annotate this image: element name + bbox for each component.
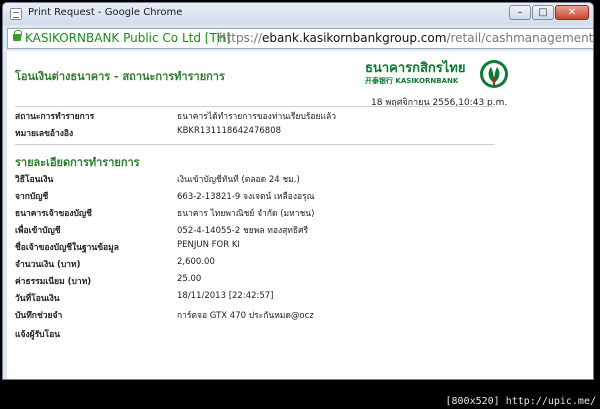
row-label: สถานะการทำรายการ — [15, 112, 95, 122]
page-content: โอนเงินต่างธนาคาร - สถานะการทำรายการ ธนา… — [7, 51, 593, 379]
window-title: Print Request - Google Chrome — [28, 7, 183, 18]
row-label: วันที่โอนเงิน — [15, 294, 60, 304]
row-label: แจ้งผู้รับโอน — [15, 330, 61, 340]
logo-english-text: 开泰银行 KASIKORNBANK — [365, 77, 459, 85]
detail-row: แจ้งผู้รับโอน — [15, 327, 515, 341]
page-title: โอนเงินต่างธนาคาร - สถานะการทำรายการ — [15, 70, 225, 83]
reference-row: หมายเลขอ้างอิง KBKR131118642476808 — [15, 126, 515, 140]
row-value: ธนาคาร ไทยพาณิชย์ จำกัด (มหาชน) — [177, 209, 315, 219]
row-value: KBKR131118642476808 — [177, 126, 282, 136]
detail-row: ชื่อเจ้าของบัญชีในฐานข้อมูล PENJUN FOR K… — [15, 240, 515, 254]
url-host: ebank.kasikornbankgroup.com — [262, 31, 447, 45]
window-controls: – □ ✕ — [509, 5, 589, 20]
row-value: 18/11/2013 [22:42:57] — [177, 291, 274, 301]
browser-window: Print Request - Google Chrome – □ ✕ KASI… — [2, 2, 594, 380]
detail-row: จำนวนเงิน (บาท) 2,600.00 — [15, 257, 515, 271]
title-bar[interactable]: Print Request - Google Chrome – □ ✕ — [3, 3, 593, 25]
kasikorn-leaf-icon — [480, 60, 508, 88]
row-value: 663-2-13821-9 จงเจตน์ เหลืองอรุณ — [177, 192, 315, 202]
ssl-identity[interactable]: KASIKORNBANK Public Co Ltd [TH] — [25, 31, 231, 45]
detail-row: ธนาคารเจ้าของบัญชี ธนาคาร ไทยพาณิชย์ จำก… — [15, 206, 515, 220]
row-value: 25.00 — [177, 274, 202, 284]
row-value: 052-4-14055-2 ชยพล ทองสุทธิศรี — [177, 226, 309, 236]
url-scheme: https:// — [219, 31, 263, 45]
logo-thai-text: ธนาคารกสิกรไทย — [365, 61, 466, 76]
section-title: รายละเอียดการทำรายการ — [15, 156, 140, 169]
row-label: ธนาคารเจ้าของบัญชี — [15, 209, 92, 219]
divider — [15, 106, 495, 107]
row-value: การ์ดจอ GTX 470 ประกันหมด@ocz — [177, 311, 314, 321]
address-bar[interactable]: KASIKORNBANK Public Co Ltd [TH] https://… — [7, 28, 594, 49]
detail-row: เพื่อเข้าบัญชี 052-4-14055-2 ชยพล ทองสุท… — [15, 223, 515, 237]
row-label: จากบัญชี — [15, 192, 49, 202]
url-text[interactable]: https://ebank.kasikornbankgroup.com/reta… — [219, 31, 594, 45]
row-label: ชื่อเจ้าของบัญชีในฐานข้อมูล — [15, 243, 119, 253]
bank-logo: ธนาคารกสิกรไทย 开泰银行 KASIKORNBANK — [365, 57, 513, 93]
row-label: ค่าธรรมเนียม (บาท) — [15, 277, 92, 287]
row-value: ธนาคารได้ทำรายการของท่านเรียบร้อยแล้ว — [177, 112, 336, 122]
close-button[interactable]: ✕ — [555, 5, 589, 20]
row-label: จำนวนเงิน (บาท) — [15, 260, 81, 270]
url-path: /retail/cashmanagement/FundTrans — [446, 31, 594, 45]
detail-row: จากบัญชี 663-2-13821-9 จงเจตน์ เหลืองอรุ… — [15, 189, 515, 203]
detail-row: วิธีโอนเงิน เงินเข้าบัญชีทันที (ตลอด 24 … — [15, 172, 515, 186]
url-divider — [217, 31, 218, 46]
divider — [15, 144, 495, 145]
row-label: วิธีโอนเงิน — [15, 175, 54, 185]
status-row: สถานะการทำรายการ ธนาคารได้ทำรายการของท่า… — [15, 109, 515, 123]
image-watermark: [800x520] http://upic.me/ — [445, 396, 596, 407]
row-value: 2,600.00 — [177, 257, 215, 267]
maximize-button[interactable]: □ — [532, 5, 554, 20]
detail-row: วันที่โอนเงิน 18/11/2013 [22:42:57] — [15, 291, 515, 305]
row-value: เงินเข้าบัญชีทันที (ตลอด 24 ชม.) — [177, 175, 300, 185]
row-value: PENJUN FOR KI — [177, 240, 240, 250]
row-label: หมายเลขอ้างอิง — [15, 129, 74, 139]
page-icon — [10, 8, 22, 20]
lock-icon — [13, 30, 22, 41]
row-label: บันทึกช่วยจำ — [15, 311, 63, 321]
detail-row: บันทึกช่วยจำ การ์ดจอ GTX 470 ประกันหมด@o… — [15, 308, 515, 322]
minimize-button[interactable]: – — [509, 5, 531, 20]
detail-row: ค่าธรรมเนียม (บาท) 25.00 — [15, 274, 515, 288]
row-label: เพื่อเข้าบัญชี — [15, 226, 61, 236]
